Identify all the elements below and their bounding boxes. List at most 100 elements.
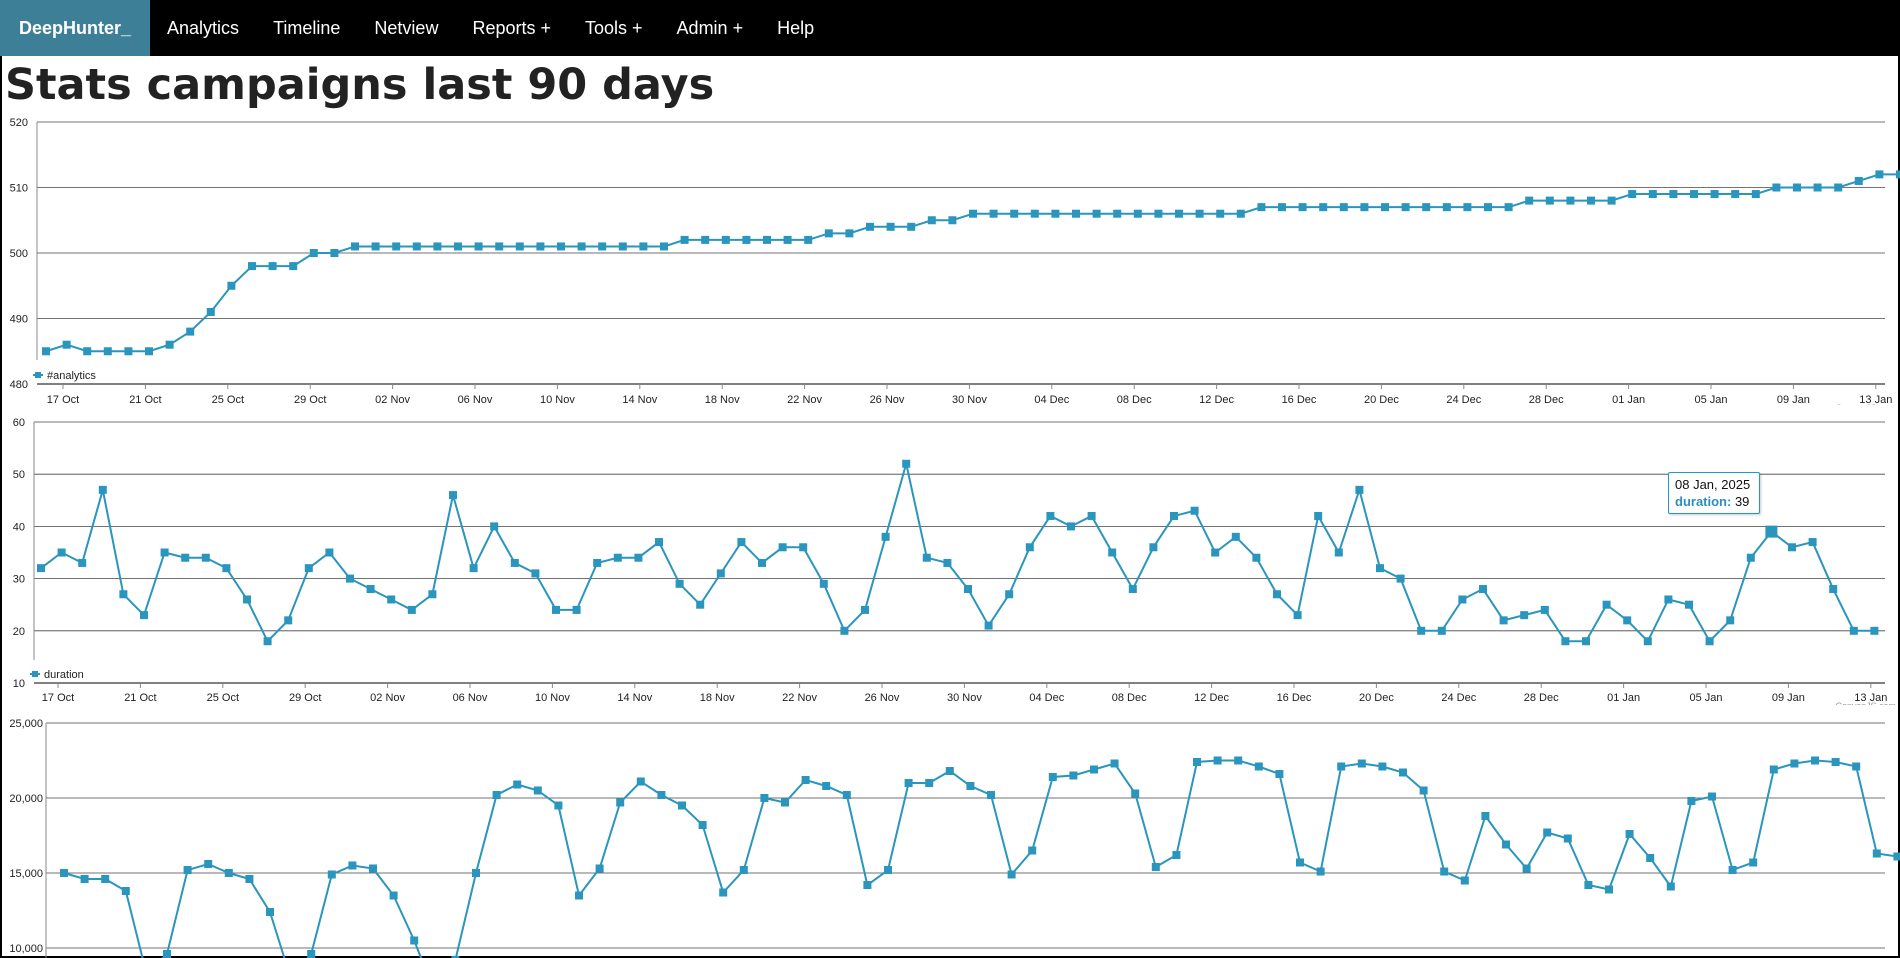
legend-marker (32, 671, 38, 677)
data-point (515, 242, 524, 251)
data-point (346, 574, 354, 583)
data-point (1278, 203, 1286, 212)
data-point (1540, 605, 1549, 614)
nav-reports-menu[interactable]: Reports + (455, 0, 568, 56)
data-point (1460, 876, 1469, 885)
third-metric-chart: 10,000 15,000 20,000 25,000 (9, 718, 1900, 958)
x-tick-label: 20 Dec (1364, 394, 1399, 405)
data-point (925, 779, 934, 787)
data-point (1545, 196, 1554, 205)
data-point (1872, 849, 1881, 858)
data-point (469, 564, 478, 573)
brand-logo[interactable]: DeepHunter_ (0, 0, 151, 56)
data-point (758, 558, 766, 567)
x-tick-label: 10 Nov (535, 692, 570, 704)
data-point (1419, 786, 1428, 795)
data-point (675, 579, 684, 588)
data-point (1685, 600, 1693, 609)
data-point (1726, 616, 1735, 625)
data-point (1236, 209, 1245, 218)
data-point (1605, 885, 1613, 894)
data-point (778, 543, 787, 552)
data-point (1316, 867, 1325, 876)
data-point (819, 579, 828, 588)
x-tick-label: 06 Nov (453, 692, 488, 704)
data-point (866, 222, 874, 231)
data-point (1687, 797, 1696, 805)
data-point (1525, 196, 1534, 205)
data-point (1587, 196, 1595, 205)
x-tick-label: 04 Dec (1034, 394, 1069, 405)
data-point (1710, 190, 1719, 199)
data-point (454, 242, 462, 251)
data-point (407, 605, 416, 614)
nav-analytics[interactable]: Analytics (150, 0, 256, 56)
data-point (348, 861, 357, 870)
data-point (1442, 203, 1451, 212)
x-tick-label: 28 Dec (1524, 692, 1559, 704)
x-tick-label: 24 Dec (1446, 394, 1481, 405)
data-point (1896, 170, 1900, 179)
data-point (181, 553, 190, 562)
data-point (1708, 792, 1716, 801)
data-point (325, 548, 334, 557)
x-tick-label: 25 Oct (212, 394, 244, 405)
data-point (763, 235, 771, 244)
x-tick-label: 17 Oct (42, 692, 74, 704)
data-point (266, 908, 274, 916)
data-point (680, 235, 689, 244)
x-tick-label: 16 Dec (1277, 692, 1312, 704)
y-tick-label: 30 (13, 574, 25, 586)
data-point (1051, 209, 1060, 218)
data-point (1110, 759, 1119, 768)
data-point (719, 888, 728, 897)
legend-marker (35, 372, 41, 378)
data-point (330, 249, 339, 257)
data-point (80, 875, 89, 883)
duration-chart: 10 20 30 40 50 60 17 Oct 21 Oct 25 Oct 29 Oct 02 N… (13, 417, 1896, 705)
data-point (389, 891, 398, 900)
x-tick-label: 09 Jan (1777, 394, 1810, 405)
data-point (1028, 846, 1037, 855)
data-point (428, 590, 437, 599)
tooltip-date: 08 Jan, 2025 (1675, 477, 1751, 492)
data-point (42, 347, 50, 356)
nav-timeline[interactable]: Timeline (256, 0, 357, 56)
x-tick-label: 02 Nov (375, 394, 410, 405)
data-point (433, 242, 442, 251)
data-point (369, 864, 377, 873)
nav-tools-menu[interactable]: Tools + (568, 0, 660, 56)
data-point (1440, 867, 1449, 876)
data-point (1314, 511, 1323, 520)
data-point (781, 798, 789, 807)
data-point (1479, 585, 1487, 594)
data-point (1149, 543, 1158, 552)
data-point (1646, 854, 1655, 862)
series-line (63, 759, 1898, 958)
data-point (1113, 209, 1122, 218)
x-tick-label: 09 Jan (1772, 692, 1805, 704)
data-point (1481, 812, 1490, 820)
data-point (1193, 758, 1201, 766)
data-point (37, 564, 45, 573)
data-point (552, 605, 560, 614)
data-point (204, 860, 213, 868)
data-point (1522, 864, 1531, 873)
data-point (243, 595, 251, 604)
data-point (1834, 183, 1843, 192)
data-point (474, 242, 483, 251)
x-tick-label: 14 Nov (622, 394, 657, 405)
data-point (927, 216, 936, 225)
nav-admin-menu[interactable]: Admin + (660, 0, 761, 56)
nav-help[interactable]: Help (760, 0, 831, 56)
data-point (737, 538, 746, 547)
data-point (557, 242, 565, 251)
data-point (1417, 626, 1426, 635)
data-point (639, 242, 648, 251)
series-line (45, 173, 1900, 353)
y-tick-label: 520 (10, 117, 28, 129)
nav-netview[interactable]: Netview (357, 0, 455, 56)
data-point (1010, 209, 1019, 218)
data-point (1172, 851, 1181, 859)
data-point (410, 936, 419, 945)
